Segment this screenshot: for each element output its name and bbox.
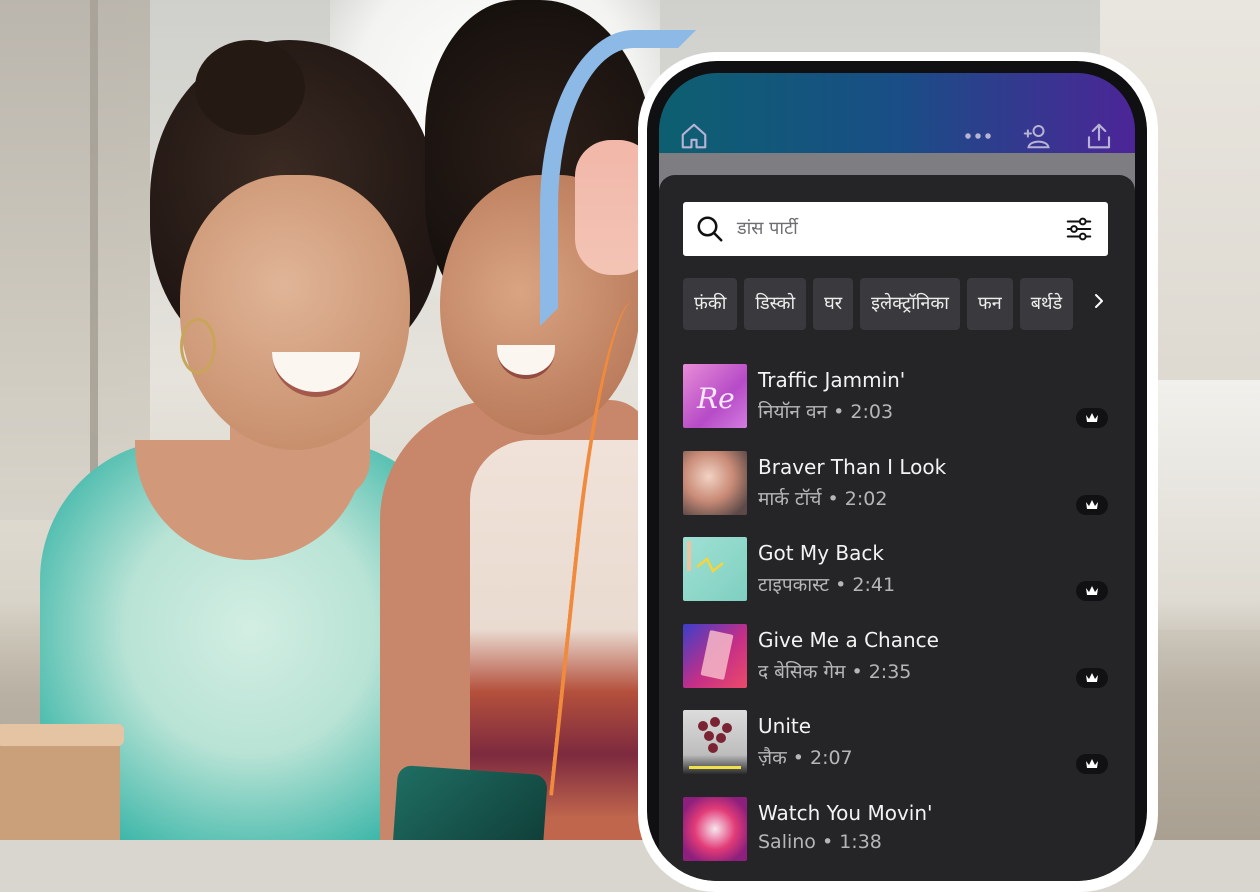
chip-disco[interactable]: डिस्को — [744, 278, 807, 330]
track-subtitle: टाइपकास्ट • 2:41 — [758, 574, 896, 596]
chip-birthday[interactable]: बर्थडे — [1019, 278, 1074, 330]
track-subtitle: ज़ैक • 2:07 — [758, 747, 853, 769]
app-topbar — [659, 73, 1135, 153]
track-subtitle: मार्क टॉर्च • 2:02 — [758, 487, 888, 510]
premium-crown-icon — [1076, 754, 1108, 774]
track-subtitle: Salino • 1:38 — [758, 830, 882, 853]
track-title: Traffic Jammin' — [758, 368, 906, 392]
album-art: Re — [683, 364, 747, 428]
track-row[interactable]: Unite ज़ैक • 2:07 — [683, 710, 1113, 797]
chip-fun[interactable]: फन — [966, 278, 1013, 330]
album-art — [683, 796, 747, 861]
handheld-phone — [392, 764, 548, 840]
track-title: Give Me a Chance — [758, 627, 939, 652]
search-input[interactable]: डांस पार्टी — [737, 216, 798, 240]
search-box[interactable]: डांस पार्टी — [683, 202, 1108, 256]
track-list: Re Traffic Jammin' नियॉन वन • 2:03 Brave… — [683, 364, 1113, 881]
chip-funky[interactable]: फ़ंकी — [683, 278, 738, 330]
chip-electronica[interactable]: इलेक्ट्रॉनिका — [860, 278, 960, 330]
chevron-right-icon[interactable] — [1093, 293, 1111, 315]
premium-crown-icon — [1076, 581, 1108, 601]
album-art — [683, 623, 747, 688]
track-title: Got My Back — [758, 541, 884, 565]
woman-left-bun — [195, 40, 305, 135]
track-row[interactable]: Braver Than I Look मार्क टॉर्च • 2:02 — [683, 450, 1113, 538]
track-title: Unite — [758, 714, 812, 738]
genre-chips: फ़ंकी डिस्को घर इलेक्ट्रॉनिका फन बर्थडे — [683, 278, 1108, 332]
chip-house[interactable]: घर — [813, 278, 854, 330]
premium-crown-icon — [1076, 667, 1108, 688]
search-icon — [695, 214, 725, 244]
track-title: Braver Than I Look — [758, 454, 947, 479]
filter-icon[interactable] — [1064, 214, 1094, 244]
premium-crown-icon — [1076, 408, 1108, 428]
album-art — [683, 450, 747, 515]
track-row[interactable]: Watch You Movin' Salino • 1:38 — [683, 796, 1113, 882]
home-icon[interactable] — [679, 121, 709, 151]
track-row[interactable]: Give Me a Chance द बेसिक गेम • 2:35 — [683, 623, 1113, 711]
track-subtitle: द बेसिक गेम • 2:35 — [758, 660, 912, 683]
more-icon[interactable] — [963, 121, 993, 151]
phone-screen: डांस पार्टी फ़ंकी डिस्को घर इलेक्ट्रॉनिका फन… — [647, 61, 1147, 881]
track-row[interactable]: Re Traffic Jammin' नियॉन वन • 2:03 — [683, 364, 1113, 451]
svg-text:Re: Re — [696, 382, 735, 415]
track-row[interactable]: Got My Back टाइपकास्ट • 2:41 — [683, 537, 1113, 624]
share-icon[interactable] — [1084, 121, 1114, 151]
premium-crown-icon — [1076, 494, 1108, 515]
add-collaborator-icon[interactable] — [1021, 121, 1051, 151]
track-title: Watch You Movin' — [758, 800, 933, 825]
album-art — [683, 537, 747, 601]
coffee-cup — [0, 724, 124, 840]
woman-left-face — [180, 175, 410, 450]
background-building — [0, 0, 150, 520]
album-art — [683, 710, 747, 774]
track-subtitle: नियॉन वन • 2:03 — [758, 401, 894, 423]
woman-left-earring — [180, 318, 216, 374]
